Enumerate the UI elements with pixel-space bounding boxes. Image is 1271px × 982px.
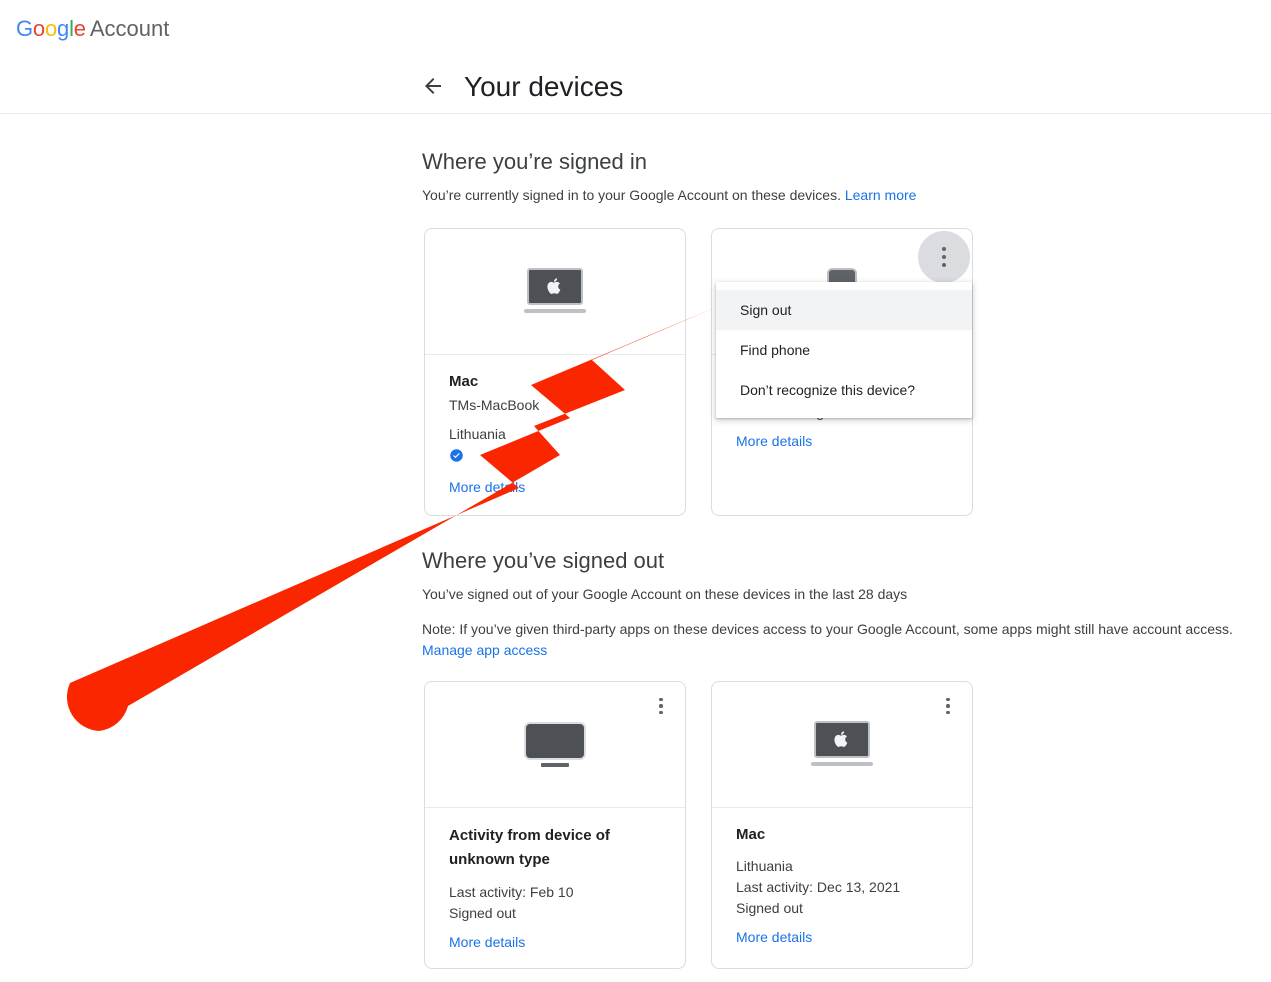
device-options-menu[interactable]: Sign out Find phone Don’t recognize this…	[716, 282, 972, 418]
device-status: Signed out	[449, 905, 516, 921]
more-vert-icon	[659, 697, 663, 702]
more-details-link[interactable]: More details	[449, 477, 525, 498]
logo-letter-g2: g	[57, 16, 70, 41]
device-last-activity: Last activity: Feb 10	[449, 884, 574, 900]
menu-item-dont-recognize-device[interactable]: Don’t recognize this device?	[716, 370, 972, 410]
device-current-session	[449, 445, 661, 469]
device-card-details: Activity from device of unknown type Las…	[425, 808, 685, 953]
menu-item-sign-out[interactable]: Sign out	[716, 290, 972, 330]
arrow-left-icon	[421, 74, 445, 101]
signed-in-subtitle: You’re currently signed in to your Googl…	[422, 185, 916, 205]
signed-in-subtitle-text: You’re currently signed in to your Googl…	[422, 187, 841, 203]
more-vert-icon-dot3	[942, 263, 946, 267]
device-hostname: TMs-MacBook	[449, 397, 540, 413]
more-vert-icon	[946, 697, 950, 702]
back-button[interactable]	[420, 74, 446, 100]
brand-word: Account	[89, 16, 170, 41]
device-name: Mac	[736, 826, 766, 843]
macbook-icon	[811, 720, 873, 769]
logo-letter-e: e	[73, 16, 86, 41]
device-options-button[interactable]	[930, 688, 966, 724]
signed-in-heading: Where you’re signed in	[422, 149, 648, 174]
device-card-details: Mac Lithuania Last activity: Dec 13, 202…	[712, 808, 972, 948]
more-vert-icon-dot2	[946, 704, 950, 708]
logo-letter-g1: G	[16, 16, 33, 41]
device-options-button[interactable]	[918, 231, 970, 283]
more-vert-icon	[942, 247, 946, 251]
your-devices-page: Google Account Your devices Where you’re …	[0, 0, 1271, 982]
signed-out-note: Note: If you’ve given third-party apps o…	[422, 619, 1271, 661]
device-last-activity: Last activity: Dec 13, 2021	[736, 879, 901, 895]
more-details-link[interactable]: More details	[449, 932, 525, 953]
google-account-logo[interactable]: Google Account	[16, 15, 169, 43]
device-card-signed-out-mac[interactable]: Mac Lithuania Last activity: Dec 13, 202…	[711, 681, 973, 969]
device-card-signed-out-unknown[interactable]: Activity from device of unknown type Las…	[424, 681, 686, 969]
more-vert-icon-dot3	[946, 710, 950, 715]
device-options-button[interactable]	[643, 688, 679, 724]
more-vert-icon-dot3	[659, 710, 663, 715]
more-vert-icon-dot2	[659, 704, 663, 708]
manage-app-access-link[interactable]: Manage app access	[422, 642, 547, 658]
more-details-link[interactable]: More details	[736, 927, 812, 948]
device-card-image	[425, 229, 685, 355]
monitor-icon	[524, 721, 586, 768]
learn-more-link[interactable]: Learn more	[845, 187, 917, 203]
device-name: Mac	[449, 373, 479, 390]
device-status: Signed out	[736, 900, 803, 916]
signed-out-note-text: Note: If you’ve given third-party apps o…	[422, 621, 1233, 637]
more-details-link[interactable]: More details	[736, 431, 812, 452]
signed-out-heading: Where you’ve signed out	[422, 548, 665, 573]
device-card-signed-in-mac[interactable]: Mac TMs-MacBook Lithuania More details	[424, 228, 686, 516]
logo-letter-o2: o	[44, 16, 58, 41]
device-location: Lithuania	[736, 858, 793, 874]
verified-check-icon	[449, 448, 464, 469]
device-card-image	[425, 682, 685, 808]
more-vert-icon-dot2	[942, 255, 946, 259]
device-card-details: Mac TMs-MacBook Lithuania More details	[425, 355, 685, 498]
top-bar: Google Account Your devices	[0, 0, 1271, 114]
page-title: Your devices	[464, 71, 624, 102]
macbook-icon	[524, 267, 586, 316]
menu-item-find-phone[interactable]: Find phone	[716, 330, 972, 370]
device-name: Activity from device of unknown type	[449, 827, 610, 868]
device-card-image	[712, 682, 972, 808]
signed-out-subtitle: You’ve signed out of your Google Account…	[422, 586, 908, 602]
device-location: Lithuania	[449, 426, 506, 442]
logo-letter-o1: o	[32, 16, 45, 41]
page-header: Your devices	[420, 68, 623, 106]
